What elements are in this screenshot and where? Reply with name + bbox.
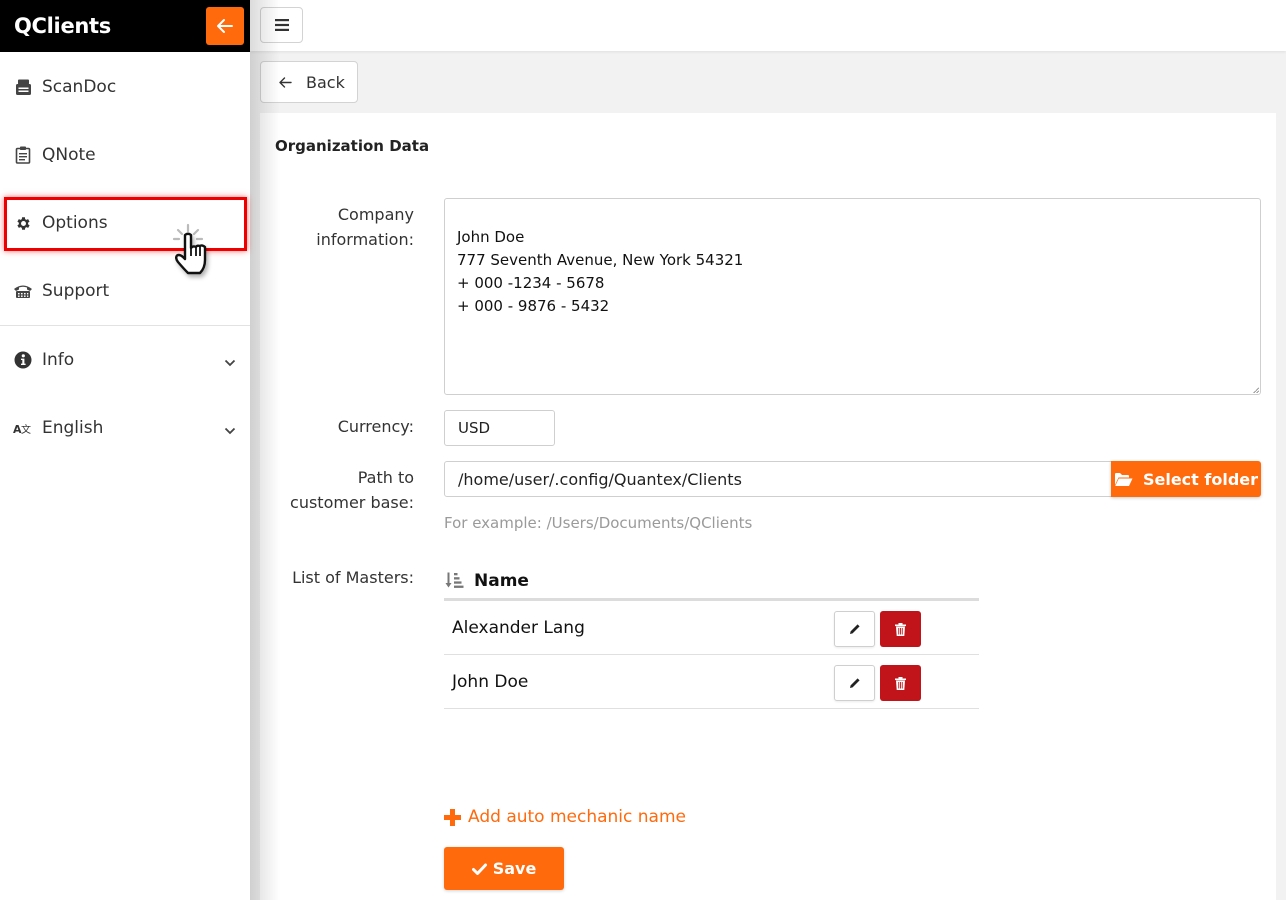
plus-icon <box>444 809 461 826</box>
trash-icon <box>895 623 906 636</box>
sidebar-item-info[interactable]: Info <box>0 338 250 382</box>
folder-open-icon <box>1114 472 1133 487</box>
select-folder-label: Select folder <box>1143 470 1258 489</box>
trash-icon <box>895 677 906 690</box>
check-icon <box>472 863 487 875</box>
sidebar-item-label: QNote <box>42 145 96 165</box>
sidebar-item-support[interactable]: Support <box>0 269 250 313</box>
label-line: customer base: <box>290 490 414 515</box>
path-input[interactable]: /home/user/.config/Quantex/Clients <box>444 461 1112 497</box>
pencil-icon <box>849 623 861 635</box>
language-icon: A文 <box>13 418 33 438</box>
company-info-value: John Doe 777 Seventh Avenue, New York 54… <box>457 228 743 315</box>
top-bar <box>250 0 1286 51</box>
printer-icon <box>13 77 33 97</box>
resize-handle[interactable] <box>1253 387 1259 393</box>
path-value: /home/user/.config/Quantex/Clients <box>458 470 742 489</box>
sidebar-header: QClients <box>0 0 250 52</box>
svg-text:文: 文 <box>21 423 31 435</box>
table-row: Alexander Lang <box>444 601 979 655</box>
label-line: Path to <box>290 465 414 490</box>
save-button[interactable]: Save <box>444 847 564 890</box>
sidebar-item-label: English <box>42 418 103 438</box>
label-line: information: <box>316 227 414 252</box>
edit-button[interactable] <box>834 611 875 647</box>
back-button[interactable]: Back <box>260 61 358 103</box>
app-title: QClients <box>14 14 111 38</box>
sidebar-divider <box>0 325 250 326</box>
table-row: John Doe <box>444 655 979 709</box>
add-master-link[interactable]: Add auto mechanic name <box>444 807 686 827</box>
menu-toggle-button[interactable] <box>260 7 303 43</box>
sidebar-item-label: ScanDoc <box>42 77 116 97</box>
sidebar-item-language[interactable]: A文 English <box>0 406 250 450</box>
sort-icon[interactable] <box>445 572 464 589</box>
delete-button[interactable] <box>880 611 921 647</box>
currency-value: USD <box>458 419 490 437</box>
sidebar-item-label: Support <box>42 281 109 301</box>
delete-button[interactable] <box>880 665 921 701</box>
masters-table: Name Alexander Lang John Doe <box>444 563 979 709</box>
gear-icon <box>13 213 33 233</box>
organization-data-card: Organization Data Company information: J… <box>260 113 1276 900</box>
arrow-left-icon <box>279 77 292 88</box>
master-name: John Doe <box>452 672 528 692</box>
label-line: Company <box>316 202 414 227</box>
path-hint: For example: /Users/Documents/QClients <box>444 514 752 532</box>
chevron-down-icon <box>224 420 236 440</box>
clipboard-icon <box>13 145 33 165</box>
section-title: Organization Data <box>275 137 429 155</box>
sidebar-item-label: Info <box>42 350 74 370</box>
sidebar: QClients ScanDoc QNote Options Support <box>0 0 250 900</box>
column-header-name[interactable]: Name <box>474 571 529 591</box>
back-button-label: Back <box>306 73 345 92</box>
edit-button[interactable] <box>834 665 875 701</box>
master-name: Alexander Lang <box>452 618 585 638</box>
collapse-sidebar-button[interactable] <box>206 7 244 45</box>
pencil-icon <box>849 677 861 689</box>
hamburger-icon <box>275 19 289 31</box>
arrow-left-icon <box>217 19 233 33</box>
info-icon <box>13 350 33 370</box>
add-master-label: Add auto mechanic name <box>468 807 686 827</box>
path-label: Path to customer base: <box>290 465 414 515</box>
company-info-textarea[interactable]: John Doe 777 Seventh Avenue, New York 54… <box>444 198 1261 395</box>
save-label: Save <box>493 859 537 878</box>
currency-input[interactable]: USD <box>444 410 555 446</box>
sidebar-item-scandoc[interactable]: ScanDoc <box>0 65 250 109</box>
company-info-label: Company information: <box>316 202 414 252</box>
sidebar-item-qnote[interactable]: QNote <box>0 133 250 177</box>
select-folder-button[interactable]: Select folder <box>1111 461 1261 497</box>
sidebar-item-options[interactable]: Options <box>0 201 250 245</box>
table-header: Name <box>444 563 979 601</box>
sidebar-item-label: Options <box>42 213 108 233</box>
chevron-down-icon <box>224 352 236 372</box>
currency-label: Currency: <box>338 414 414 439</box>
masters-label: List of Masters: <box>292 565 414 590</box>
phone-icon <box>13 281 33 301</box>
